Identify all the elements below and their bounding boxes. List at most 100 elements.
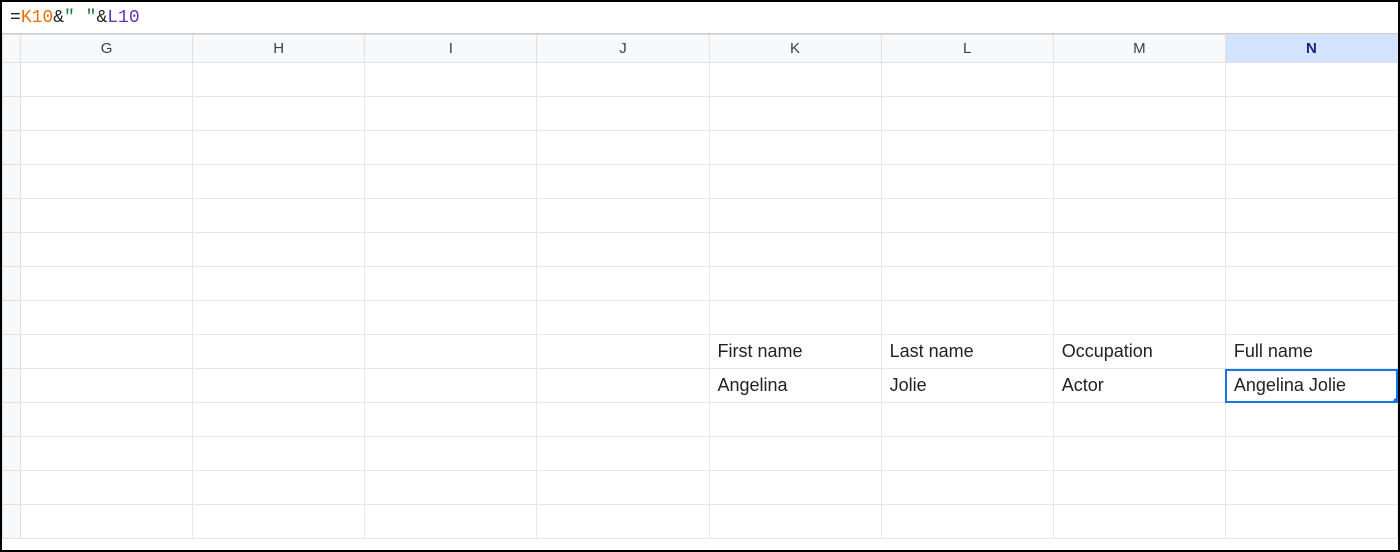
cell-i9[interactable]	[365, 335, 537, 369]
cell-k8[interactable]	[709, 301, 881, 335]
row-stub[interactable]	[3, 267, 21, 301]
cell-h13[interactable]	[193, 471, 365, 505]
cell-i5[interactable]	[365, 199, 537, 233]
cell-n14[interactable]	[1225, 505, 1397, 539]
cell-m11[interactable]	[1053, 403, 1225, 437]
cell-l1[interactable]	[881, 63, 1053, 97]
cell-k6[interactable]	[709, 233, 881, 267]
cell-h9[interactable]	[193, 335, 365, 369]
cell-m10[interactable]: Actor	[1053, 369, 1225, 403]
cell-h7[interactable]	[193, 267, 365, 301]
cell-i2[interactable]	[365, 97, 537, 131]
cell-n1[interactable]	[1225, 63, 1397, 97]
cell-i8[interactable]	[365, 301, 537, 335]
cell-l5[interactable]	[881, 199, 1053, 233]
cell-g14[interactable]	[21, 505, 193, 539]
cell-l13[interactable]	[881, 471, 1053, 505]
cell-m7[interactable]	[1053, 267, 1225, 301]
formula-bar[interactable]: =K10&" "&L10	[2, 2, 1398, 34]
cell-g2[interactable]	[21, 97, 193, 131]
cell-m2[interactable]	[1053, 97, 1225, 131]
cell-j13[interactable]	[537, 471, 709, 505]
cell-k2[interactable]	[709, 97, 881, 131]
cell-j9[interactable]	[537, 335, 709, 369]
row-stub[interactable]	[3, 131, 21, 165]
cell-n12[interactable]	[1225, 437, 1397, 471]
cell-k9[interactable]: First name	[709, 335, 881, 369]
cell-l8[interactable]	[881, 301, 1053, 335]
cell-h6[interactable]	[193, 233, 365, 267]
cell-i12[interactable]	[365, 437, 537, 471]
cell-l9[interactable]: Last name	[881, 335, 1053, 369]
cell-i10[interactable]	[365, 369, 537, 403]
cell-j7[interactable]	[537, 267, 709, 301]
cell-k10[interactable]: Angelina	[709, 369, 881, 403]
cell-l10[interactable]: Jolie	[881, 369, 1053, 403]
cell-m5[interactable]	[1053, 199, 1225, 233]
cell-n8[interactable]	[1225, 301, 1397, 335]
cell-n11[interactable]	[1225, 403, 1397, 437]
cell-i4[interactable]	[365, 165, 537, 199]
row-stub[interactable]	[3, 471, 21, 505]
cell-j5[interactable]	[537, 199, 709, 233]
cell-j14[interactable]	[537, 505, 709, 539]
cell-i1[interactable]	[365, 63, 537, 97]
cell-n4[interactable]	[1225, 165, 1397, 199]
corner-stub[interactable]	[3, 35, 21, 63]
cell-k13[interactable]	[709, 471, 881, 505]
cell-k1[interactable]	[709, 63, 881, 97]
row-stub[interactable]	[3, 403, 21, 437]
column-header-k[interactable]: K	[709, 35, 881, 63]
cell-h1[interactable]	[193, 63, 365, 97]
cell-n2[interactable]	[1225, 97, 1397, 131]
cell-m12[interactable]	[1053, 437, 1225, 471]
cell-i14[interactable]	[365, 505, 537, 539]
cell-m8[interactable]	[1053, 301, 1225, 335]
cell-j3[interactable]	[537, 131, 709, 165]
cell-k12[interactable]	[709, 437, 881, 471]
cell-g3[interactable]	[21, 131, 193, 165]
cell-j1[interactable]	[537, 63, 709, 97]
cell-i6[interactable]	[365, 233, 537, 267]
cell-h10[interactable]	[193, 369, 365, 403]
cell-k7[interactable]	[709, 267, 881, 301]
cell-m6[interactable]	[1053, 233, 1225, 267]
cell-k3[interactable]	[709, 131, 881, 165]
cell-j11[interactable]	[537, 403, 709, 437]
column-header-n[interactable]: N	[1225, 35, 1397, 63]
cell-n7[interactable]	[1225, 267, 1397, 301]
cell-h14[interactable]	[193, 505, 365, 539]
cell-l6[interactable]	[881, 233, 1053, 267]
cell-g9[interactable]	[21, 335, 193, 369]
cell-m1[interactable]	[1053, 63, 1225, 97]
cell-g7[interactable]	[21, 267, 193, 301]
row-stub[interactable]	[3, 369, 21, 403]
cell-l4[interactable]	[881, 165, 1053, 199]
row-stub[interactable]	[3, 335, 21, 369]
row-stub[interactable]	[3, 437, 21, 471]
cell-j8[interactable]	[537, 301, 709, 335]
cell-i13[interactable]	[365, 471, 537, 505]
cell-i3[interactable]	[365, 131, 537, 165]
column-header-g[interactable]: G	[21, 35, 193, 63]
cell-k14[interactable]	[709, 505, 881, 539]
cell-l14[interactable]	[881, 505, 1053, 539]
cell-g1[interactable]	[21, 63, 193, 97]
cell-g11[interactable]	[21, 403, 193, 437]
cell-k5[interactable]	[709, 199, 881, 233]
cell-g8[interactable]	[21, 301, 193, 335]
cell-h5[interactable]	[193, 199, 365, 233]
column-header-l[interactable]: L	[881, 35, 1053, 63]
cell-m13[interactable]	[1053, 471, 1225, 505]
cell-m14[interactable]	[1053, 505, 1225, 539]
cell-j10[interactable]	[537, 369, 709, 403]
row-stub[interactable]	[3, 301, 21, 335]
cell-g5[interactable]	[21, 199, 193, 233]
cell-g4[interactable]	[21, 165, 193, 199]
cell-i7[interactable]	[365, 267, 537, 301]
cell-j6[interactable]	[537, 233, 709, 267]
cell-h2[interactable]	[193, 97, 365, 131]
cell-h4[interactable]	[193, 165, 365, 199]
row-stub[interactable]	[3, 165, 21, 199]
cell-n13[interactable]	[1225, 471, 1397, 505]
